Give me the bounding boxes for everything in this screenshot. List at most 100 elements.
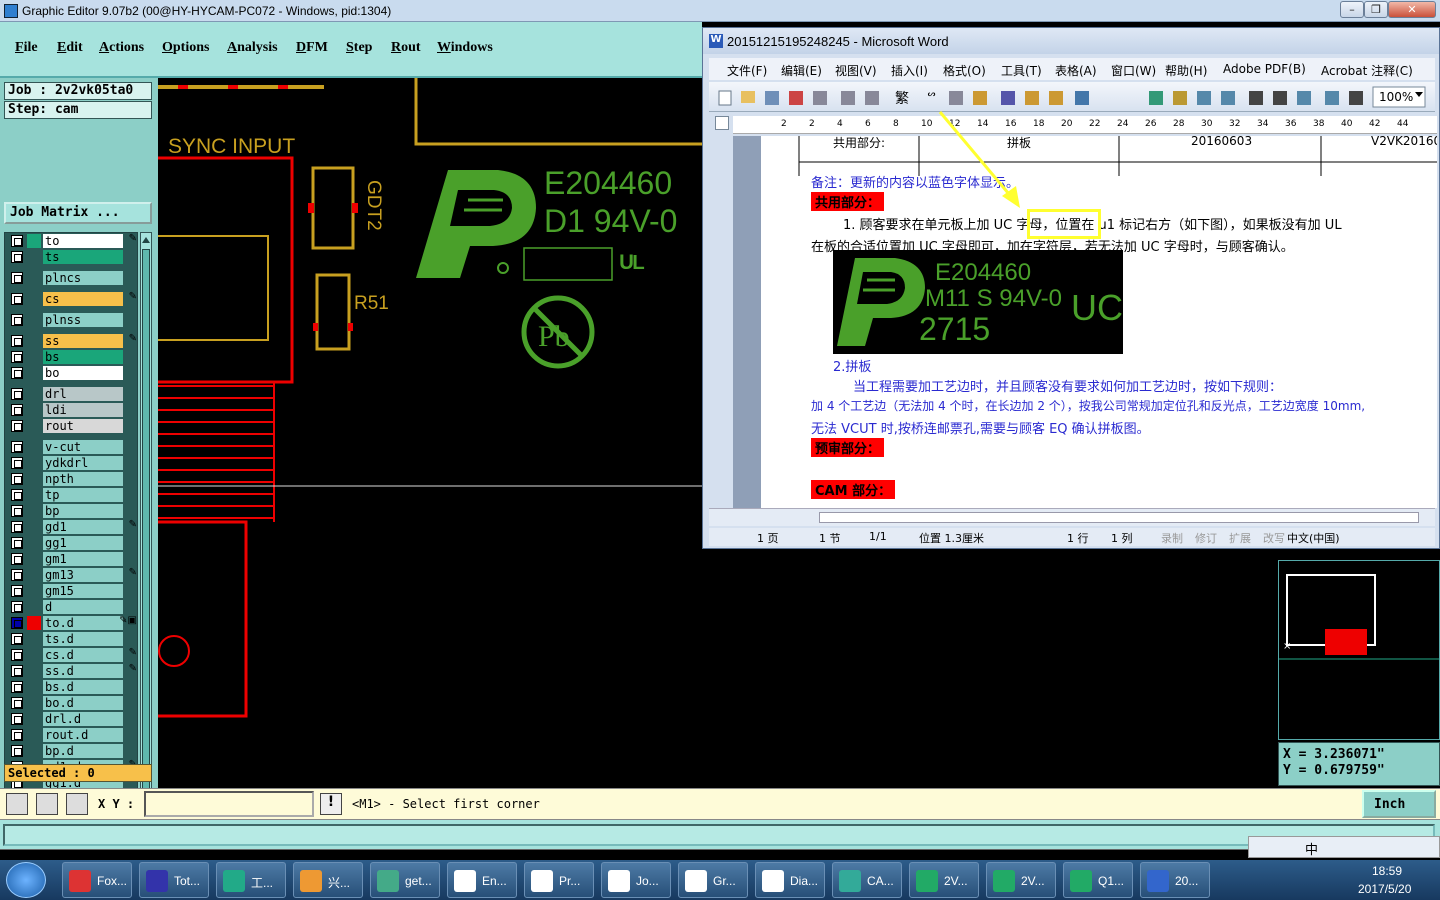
layer-color-swatch[interactable]: [27, 504, 41, 518]
layer-checkbox[interactable]: [11, 745, 23, 757]
layer-row-tp[interactable]: tp: [5, 487, 137, 503]
layer-color-swatch[interactable]: [27, 712, 41, 726]
layer-name[interactable]: gg1: [43, 536, 123, 550]
document-page[interactable]: 共用部分: 拼板 20160603 V2VK20160 备注：更新的内容以蓝色字…: [761, 136, 1437, 508]
layer-checkbox[interactable]: [11, 617, 23, 629]
layer-row-ss.d[interactable]: ss.d ✎: [5, 663, 137, 679]
layer-color-swatch[interactable]: [27, 520, 41, 534]
layer-name[interactable]: cs.d: [43, 648, 123, 662]
layer-name[interactable]: ss.d: [43, 664, 123, 678]
status-ext[interactable]: 扩展: [1229, 530, 1251, 546]
layer-color-swatch[interactable]: [27, 584, 41, 598]
word-menu-tools[interactable]: 工具(T): [1001, 62, 1042, 79]
taskbar-button[interactable]: 20...: [1140, 862, 1210, 898]
menu-windows[interactable]: Windows: [437, 40, 493, 56]
menu-options[interactable]: Options: [162, 40, 209, 56]
layer-row-bo[interactable]: bo: [5, 365, 137, 381]
taskbar-button[interactable]: 2V...: [986, 862, 1056, 898]
layer-color-swatch[interactable]: [27, 696, 41, 710]
taskbar-button[interactable]: Jo...: [601, 862, 671, 898]
layer-row-ydkdrl[interactable]: ydkdrl: [5, 455, 137, 471]
menu-edit[interactable]: Edit: [57, 40, 83, 56]
layer-color-swatch[interactable]: [27, 419, 41, 433]
measure-tool-icon[interactable]: [36, 793, 58, 815]
layer-checkbox[interactable]: [11, 314, 23, 326]
layer-name[interactable]: gm1: [43, 552, 123, 566]
layer-checkbox[interactable]: [11, 404, 23, 416]
taskbar-button[interactable]: get...: [370, 862, 440, 898]
zoom-select[interactable]: 100%: [1379, 90, 1413, 104]
alert-icon[interactable]: !: [320, 793, 342, 815]
layer-row-plncs[interactable]: plncs: [5, 270, 137, 286]
status-rec[interactable]: 录制: [1161, 530, 1183, 546]
layer-name[interactable]: bp: [43, 504, 123, 518]
layer-row-rout[interactable]: rout: [5, 418, 137, 434]
maximize-button[interactable]: ❐: [1364, 1, 1388, 18]
layer-row-bs.d[interactable]: bs.d: [5, 679, 137, 695]
zoom-tool-icon[interactable]: [6, 793, 28, 815]
scroll-thumb[interactable]: [819, 512, 1419, 523]
layer-checkbox[interactable]: [11, 473, 23, 485]
layer-name[interactable]: plncs: [43, 271, 123, 285]
layer-color-swatch[interactable]: [27, 600, 41, 614]
word-menu-insert[interactable]: 插入(I): [891, 62, 928, 79]
layer-color-swatch[interactable]: [27, 632, 41, 646]
layer-checkbox[interactable]: [11, 681, 23, 693]
layer-checkbox[interactable]: [11, 351, 23, 363]
taskbar-button[interactable]: Dia...: [755, 862, 825, 898]
layer-color-swatch[interactable]: [27, 552, 41, 566]
layer-row-gd1[interactable]: gd1 ✎: [5, 519, 137, 535]
taskbar-button[interactable]: Pr...: [524, 862, 594, 898]
layer-row-rout.d[interactable]: rout.d: [5, 727, 137, 743]
layer-checkbox[interactable]: [11, 367, 23, 379]
taskbar-button[interactable]: Q1...: [1063, 862, 1133, 898]
layer-name[interactable]: ydkdrl: [43, 456, 123, 470]
layer-name[interactable]: plnss: [43, 313, 123, 327]
menu-rout[interactable]: Rout: [391, 40, 421, 56]
taskbar-button[interactable]: Gr...: [678, 862, 748, 898]
units-button[interactable]: Inch: [1362, 790, 1436, 818]
layer-checkbox[interactable]: [11, 272, 23, 284]
close-button[interactable]: ✕: [1388, 1, 1436, 18]
layer-color-swatch[interactable]: [27, 334, 41, 348]
menu-step[interactable]: Step: [346, 40, 372, 56]
layer-row-gg1[interactable]: gg1: [5, 535, 137, 551]
layer-color-swatch[interactable]: [27, 616, 41, 630]
layer-color-swatch[interactable]: [27, 313, 41, 327]
layer-checkbox[interactable]: [11, 293, 23, 305]
layer-checkbox[interactable]: [11, 729, 23, 741]
word-menu-table[interactable]: 表格(A): [1055, 62, 1097, 79]
layer-checkbox[interactable]: [11, 489, 23, 501]
layer-row-ts[interactable]: ts: [5, 249, 137, 265]
layer-color-swatch[interactable]: [27, 456, 41, 470]
layer-color-swatch[interactable]: [27, 350, 41, 364]
layer-checkbox[interactable]: [11, 553, 23, 565]
layer-color-swatch[interactable]: [27, 488, 41, 502]
layer-color-swatch[interactable]: [27, 664, 41, 678]
layer-checkbox[interactable]: [11, 235, 23, 247]
taskbar-button[interactable]: En...: [447, 862, 517, 898]
layer-checkbox[interactable]: [11, 633, 23, 645]
layer-name[interactable]: bp.d: [43, 744, 123, 758]
status-trk[interactable]: 修订: [1195, 530, 1217, 546]
layer-row-v-cut[interactable]: v-cut: [5, 439, 137, 455]
layer-color-swatch[interactable]: [27, 271, 41, 285]
xy-input[interactable]: [144, 791, 314, 817]
layer-color-swatch[interactable]: [27, 440, 41, 454]
layer-row-gm1[interactable]: gm1: [5, 551, 137, 567]
layer-checkbox[interactable]: [11, 251, 23, 263]
layer-color-swatch[interactable]: [27, 648, 41, 662]
layer-color-swatch[interactable]: [27, 744, 41, 758]
layer-checkbox[interactable]: [11, 505, 23, 517]
menu-dfm[interactable]: DFM: [296, 40, 328, 56]
layer-row-to.d[interactable]: to.d ✎▣: [5, 615, 137, 631]
layer-row-gm13[interactable]: gm13 ✎: [5, 567, 137, 583]
layer-name[interactable]: cs: [43, 292, 123, 306]
ime-bar[interactable]: 中: [1248, 836, 1440, 858]
layer-name[interactable]: gd1: [43, 520, 123, 534]
taskbar-button[interactable]: 兴...: [293, 862, 363, 898]
layer-name[interactable]: gm13: [43, 568, 123, 582]
grid-tool-icon[interactable]: [66, 793, 88, 815]
layer-name[interactable]: drl: [43, 387, 123, 401]
layer-name[interactable]: to.d: [43, 616, 123, 630]
